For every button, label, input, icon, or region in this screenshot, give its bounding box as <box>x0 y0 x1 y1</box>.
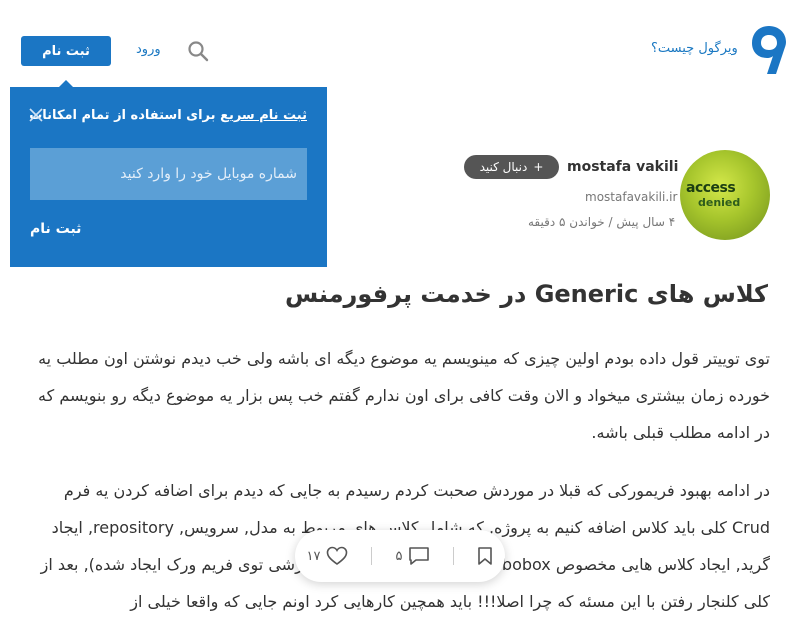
like-count: ۱۷ <box>306 548 321 564</box>
comment-button[interactable]: ۵ <box>395 546 430 566</box>
phone-number-input[interactable] <box>30 148 307 200</box>
follow-button[interactable]: + دنبال کنید <box>464 155 559 179</box>
signup-button[interactable]: ثبت نام <box>21 36 111 66</box>
virgool-logo-icon[interactable] <box>750 24 788 76</box>
post-action-bar: ۱۷ ۵ <box>295 530 505 582</box>
login-link[interactable]: ورود <box>136 42 161 57</box>
author-site-link[interactable]: mostafavakili.ir <box>585 190 677 204</box>
popup-title-rest: برای استفاده از تمام امکانات <box>29 108 221 123</box>
close-icon[interactable] <box>29 108 43 122</box>
author-name[interactable]: mostafa vakili <box>567 159 678 175</box>
divider <box>453 547 455 565</box>
article-paragraph: توی توییتر قول داده بودم اولین چیزی که م… <box>38 349 770 442</box>
heart-icon <box>327 546 348 565</box>
comment-count: ۵ <box>395 548 403 564</box>
author-avatar[interactable]: access denied <box>680 150 770 240</box>
popup-signup-button[interactable]: ثبت نام <box>30 221 81 237</box>
avatar-text-line2: denied <box>698 196 741 209</box>
avatar-text-line1: access <box>686 180 736 196</box>
post-meta: ۴ سال پیش / خواندن ۵ دقیقه <box>528 215 676 229</box>
like-button[interactable]: ۱۷ <box>307 546 349 566</box>
popup-title: ثبت نام سریع برای استفاده از تمام امکانا… <box>29 108 307 123</box>
search-icon[interactable] <box>187 40 209 62</box>
what-is-virgool-link[interactable]: ویرگول چیست؟ <box>651 41 738 56</box>
signup-popup: ثبت نام سریع برای استفاده از تمام امکانا… <box>10 87 327 267</box>
comment-icon <box>409 547 430 565</box>
bookmark-icon <box>478 547 493 565</box>
divider <box>371 547 373 565</box>
bookmark-button[interactable] <box>477 546 493 566</box>
quick-signup-link[interactable]: ثبت نام سریع <box>220 108 307 123</box>
plus-icon: + <box>533 160 544 174</box>
article-title: کلاس های Generic در خدمت پرفورمنس <box>284 280 768 308</box>
follow-label: دنبال کنید <box>479 160 528 174</box>
